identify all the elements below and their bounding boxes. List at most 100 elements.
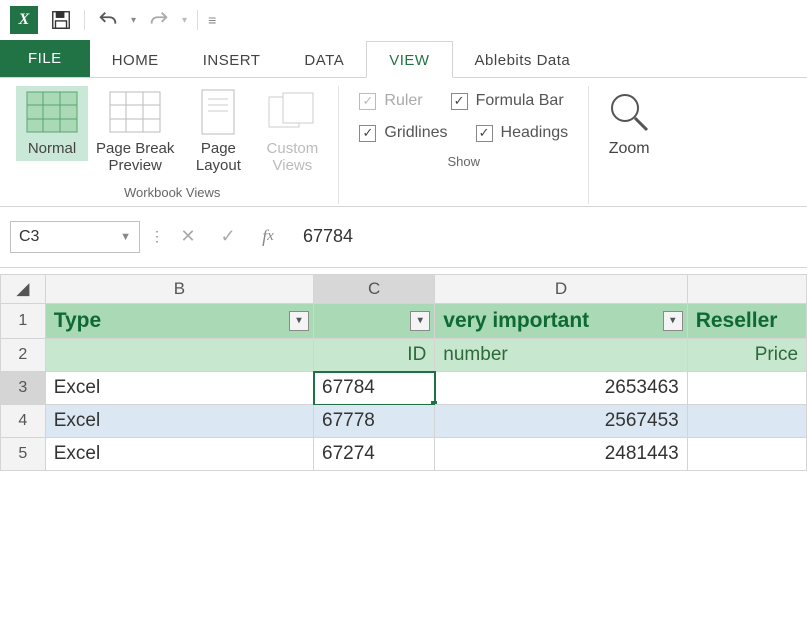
row-header-4[interactable]: 4 bbox=[0, 405, 46, 438]
page-break-label: Page Break Preview bbox=[96, 140, 174, 175]
row-header-2[interactable]: 2 bbox=[0, 339, 46, 372]
tab-data[interactable]: DATA bbox=[282, 42, 366, 77]
cell[interactable]: Type ▾ bbox=[46, 304, 314, 339]
table-row: 5 Excel 67274 2481443 bbox=[0, 438, 807, 471]
row-header-5[interactable]: 5 bbox=[0, 438, 46, 471]
cell-selected[interactable]: 67784 bbox=[314, 372, 435, 405]
page-layout-button[interactable]: Page Layout bbox=[182, 86, 254, 179]
cell[interactable]: Excel bbox=[46, 438, 314, 471]
cell[interactable] bbox=[688, 372, 807, 405]
excel-logo-icon bbox=[10, 6, 38, 34]
cell[interactable]: very important ▾ bbox=[435, 304, 687, 339]
cell-value: very important bbox=[443, 309, 589, 333]
page-break-icon bbox=[107, 90, 163, 134]
undo-dropdown-icon[interactable]: ▾ bbox=[131, 15, 136, 26]
checkbox-icon: ✓ bbox=[359, 125, 376, 142]
table-row: 3 Excel 67784 2653463 bbox=[0, 372, 807, 405]
cell[interactable]: 2567453 bbox=[435, 405, 687, 438]
table-row: 1 Type ▾ ▾ very important ▾ Reseller bbox=[0, 304, 807, 339]
table-row: 2 ID number Price bbox=[0, 339, 807, 372]
col-header-c[interactable]: C bbox=[314, 274, 435, 304]
cell[interactable] bbox=[688, 405, 807, 438]
cell-value: Type bbox=[54, 309, 101, 333]
filter-dropdown-icon[interactable]: ▾ bbox=[663, 311, 683, 331]
formula-input[interactable] bbox=[293, 221, 797, 253]
customize-qat-icon[interactable]: ≡ bbox=[208, 12, 216, 28]
ruler-checkbox: ✓ Ruler bbox=[359, 92, 422, 110]
select-all-corner[interactable]: ◢ bbox=[0, 274, 46, 304]
page-layout-label: Page Layout bbox=[196, 140, 241, 175]
formula-bar-resize-icon[interactable]: ⋮ bbox=[150, 228, 163, 245]
page-break-preview-button[interactable]: Page Break Preview bbox=[90, 86, 180, 179]
separator bbox=[197, 10, 198, 30]
col-header-e[interactable] bbox=[688, 274, 807, 304]
cell-value: number bbox=[443, 344, 507, 366]
redo-dropdown-icon[interactable]: ▾ bbox=[182, 15, 187, 26]
group-show: ✓ Ruler ✓ Formula Bar ✓ Gridlines ✓ Head… bbox=[339, 86, 589, 204]
checkbox-icon: ✓ bbox=[451, 93, 468, 110]
enter-button[interactable]: ✓ bbox=[213, 224, 243, 250]
cell[interactable]: Excel bbox=[46, 372, 314, 405]
quick-access-toolbar: ▾ ▾ ≡ bbox=[0, 0, 807, 40]
cell[interactable]: 67274 bbox=[314, 438, 435, 471]
cell[interactable]: ▾ bbox=[314, 304, 435, 339]
row-header-1[interactable]: 1 bbox=[0, 304, 46, 339]
ribbon: Normal Page Break Preview Page Layout Cu… bbox=[0, 78, 807, 207]
cell[interactable]: Excel bbox=[46, 405, 314, 438]
name-box[interactable]: C3 ▼ bbox=[10, 221, 140, 253]
formula-bar-label: Formula Bar bbox=[476, 92, 564, 110]
cancel-button[interactable]: ✕ bbox=[173, 224, 203, 250]
cell-value: Excel bbox=[54, 443, 100, 465]
separator bbox=[84, 10, 85, 30]
tab-file[interactable]: FILE bbox=[0, 40, 90, 77]
formula-bar-checkbox[interactable]: ✓ Formula Bar bbox=[451, 92, 564, 110]
cell[interactable]: ID bbox=[314, 339, 435, 372]
filter-dropdown-icon[interactable]: ▾ bbox=[289, 311, 309, 331]
cell-value: 67274 bbox=[322, 443, 375, 465]
cell[interactable]: number bbox=[435, 339, 687, 372]
tab-ablebits-data[interactable]: Ablebits Data bbox=[453, 42, 593, 77]
cell[interactable] bbox=[46, 339, 314, 372]
filter-dropdown-icon[interactable]: ▾ bbox=[410, 311, 430, 331]
zoom-label: Zoom bbox=[609, 140, 650, 158]
cell-value: 2567453 bbox=[605, 410, 679, 432]
cell[interactable]: 67778 bbox=[314, 405, 435, 438]
cell-value: 67778 bbox=[322, 410, 375, 432]
column-headers: ◢ B C D bbox=[0, 274, 807, 304]
cell[interactable]: 2653463 bbox=[435, 372, 687, 405]
col-header-b[interactable]: B bbox=[46, 274, 314, 304]
tab-view[interactable]: VIEW bbox=[366, 41, 452, 78]
insert-function-button[interactable]: fx bbox=[253, 224, 283, 250]
checkbox-icon: ✓ bbox=[359, 93, 376, 110]
custom-views-button[interactable]: Custom Views bbox=[256, 86, 328, 179]
zoom-icon bbox=[607, 90, 651, 134]
cell[interactable]: Price bbox=[688, 339, 807, 372]
tab-home[interactable]: HOME bbox=[90, 42, 181, 77]
table-row: 4 Excel 67778 2567453 bbox=[0, 405, 807, 438]
col-header-d[interactable]: D bbox=[435, 274, 687, 304]
cell[interactable] bbox=[688, 438, 807, 471]
zoom-button[interactable]: Zoom bbox=[599, 86, 659, 162]
headings-label: Headings bbox=[501, 124, 569, 142]
cell[interactable]: 2481443 bbox=[435, 438, 687, 471]
cell[interactable]: Reseller bbox=[688, 304, 807, 339]
name-box-dropdown-icon[interactable]: ▼ bbox=[120, 231, 131, 243]
custom-views-icon bbox=[264, 90, 320, 134]
normal-view-button[interactable]: Normal bbox=[16, 86, 88, 161]
redo-icon[interactable] bbox=[146, 7, 172, 33]
ruler-label: Ruler bbox=[384, 92, 422, 110]
checkbox-icon: ✓ bbox=[476, 125, 493, 142]
headings-checkbox[interactable]: ✓ Headings bbox=[476, 124, 569, 142]
cell-value: ID bbox=[407, 344, 426, 366]
tab-insert[interactable]: INSERT bbox=[181, 42, 283, 77]
page-layout-icon bbox=[190, 90, 246, 134]
custom-views-label: Custom Views bbox=[267, 140, 319, 175]
worksheet-grid[interactable]: ◢ B C D 1 Type ▾ ▾ very important ▾ Rese… bbox=[0, 274, 807, 471]
row-header-3[interactable]: 3 bbox=[0, 372, 46, 405]
group-workbook-views: Normal Page Break Preview Page Layout Cu… bbox=[6, 86, 339, 204]
undo-icon[interactable] bbox=[95, 7, 121, 33]
gridlines-label: Gridlines bbox=[384, 124, 447, 142]
gridlines-checkbox[interactable]: ✓ Gridlines bbox=[359, 124, 447, 142]
cell-value: 2481443 bbox=[605, 443, 679, 465]
save-icon[interactable] bbox=[48, 7, 74, 33]
